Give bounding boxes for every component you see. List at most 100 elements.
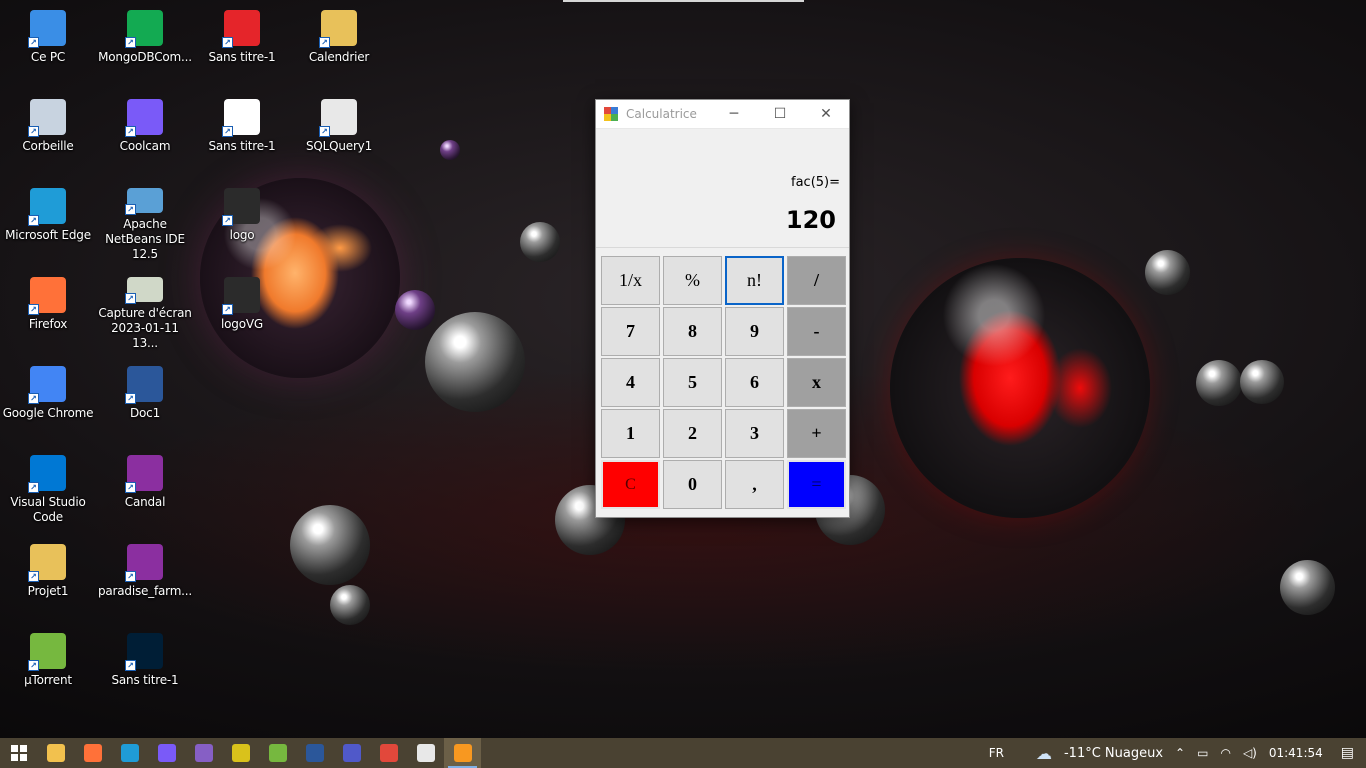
digit-8-button[interactable]: 8 xyxy=(663,307,722,356)
desktop-icon-label: Sans titre-1 xyxy=(208,50,276,64)
desktop-icon-label: µTorrent xyxy=(24,673,72,687)
minimize-button[interactable]: ─ xyxy=(711,100,757,129)
desktop-icon[interactable]: ↗ logo xyxy=(194,182,290,262)
taskbar-start-button[interactable] xyxy=(0,738,37,768)
taskbar-calculator-form[interactable] xyxy=(370,738,407,768)
computer-icon: ↗ xyxy=(28,10,66,48)
desktop-icon[interactable]: ↗ Coolcam xyxy=(97,93,193,173)
reciprocal-button[interactable]: 1/x xyxy=(601,256,660,305)
desktop-icon[interactable]: ↗ Projet1 xyxy=(0,538,96,618)
desktop-icon[interactable]: ↗ Sans titre-1 xyxy=(97,627,193,707)
digit-1-button[interactable]: 1 xyxy=(601,409,660,458)
shortcut-arrow-icon: ↗ xyxy=(125,660,136,671)
close-button[interactable]: ✕ xyxy=(803,100,849,129)
desktop-icon-label: Microsoft Edge xyxy=(5,228,91,242)
wallpaper-chrome-sphere xyxy=(1280,560,1335,615)
desktop-icon-label: Google Chrome xyxy=(2,406,94,420)
wifi-icon[interactable]: ◠ xyxy=(1214,746,1236,760)
clear-button[interactable]: C xyxy=(601,460,660,509)
cloud-icon[interactable]: ☁ xyxy=(1030,744,1058,763)
add-button[interactable]: + xyxy=(787,409,846,458)
multiply-button[interactable]: x xyxy=(787,358,846,407)
desktop-icon-label: Sans titre-1 xyxy=(111,673,179,687)
digit-7-button[interactable]: 7 xyxy=(601,307,660,356)
desktop-icon[interactable]: ↗ SQLQuery1 xyxy=(291,93,387,173)
calculator-titlebar[interactable]: Calculatrice ─ ☐ ✕ xyxy=(596,100,849,129)
calculator-app-icon xyxy=(604,107,618,121)
subtract-button[interactable]: - xyxy=(787,307,846,356)
taskbar-coolcam[interactable] xyxy=(148,738,185,768)
shortcut-arrow-icon: ↗ xyxy=(125,37,136,48)
desktop-icon[interactable]: ↗ logoVG xyxy=(194,271,290,351)
taskbar-firefox[interactable] xyxy=(74,738,111,768)
shortcut-arrow-icon: ↗ xyxy=(125,482,136,493)
desktop-icon[interactable]: ↗ MongoDBCom... xyxy=(97,4,193,84)
expression-label: fac(5)= xyxy=(791,175,840,190)
digit-9-button[interactable]: 9 xyxy=(725,307,784,356)
folder-icon: ↗ xyxy=(319,10,357,48)
taskbar-edge[interactable] xyxy=(111,738,148,768)
desktop-icon[interactable]: ↗ paradise_farm... xyxy=(97,538,193,618)
taskbar-sql-tool[interactable] xyxy=(222,738,259,768)
vscode-icon: ↗ xyxy=(28,455,66,493)
taskbar-word[interactable] xyxy=(296,738,333,768)
desktop-icon[interactable]: ↗ Apache NetBeans IDE 12.5 xyxy=(97,182,193,262)
percent-button[interactable]: % xyxy=(663,256,722,305)
weather-widget[interactable]: -11°C Nuageux xyxy=(1058,746,1169,761)
decimal-button[interactable]: , xyxy=(725,460,784,509)
utorrent-icon xyxy=(268,744,287,762)
shortcut-arrow-icon: ↗ xyxy=(222,126,233,137)
desktop-icon[interactable]: ↗ Firefox xyxy=(0,271,96,351)
volume-icon[interactable]: ◁) xyxy=(1237,746,1263,760)
desktop-icon-label: Candal xyxy=(124,495,166,509)
wallpaper-chrome-sphere xyxy=(425,312,525,412)
result-label: 120 xyxy=(785,206,836,234)
desktop-icon[interactable]: ↗ µTorrent xyxy=(0,627,96,707)
desktop-icon[interactable]: ↗ Calendrier xyxy=(291,4,387,84)
chrome-icon: ↗ xyxy=(28,366,66,404)
desktop-icon[interactable]: ↗ Candal xyxy=(97,449,193,529)
taskbar-file-explorer[interactable] xyxy=(37,738,74,768)
notification-icon[interactable]: ▤ xyxy=(1329,745,1366,761)
calculator-display: fac(5)= 120 xyxy=(596,130,849,248)
digit-3-button[interactable]: 3 xyxy=(725,409,784,458)
digit-4-button[interactable]: 4 xyxy=(601,358,660,407)
digit-2-button[interactable]: 2 xyxy=(663,409,722,458)
desktop-icon[interactable]: ↗ Visual Studio Code xyxy=(0,449,96,529)
calculator-window[interactable]: Calculatrice ─ ☐ ✕ fac(5)= 120 1/x% n!/ 7 8… xyxy=(595,99,850,518)
battery-icon[interactable]: ▭ xyxy=(1191,746,1214,760)
taskbar-utorrent[interactable] xyxy=(259,738,296,768)
desktop-icon[interactable]: ↗ Capture d'écran 2023-01-11 13... xyxy=(97,271,193,351)
desktop-icon[interactable]: ↗ Corbeille xyxy=(0,93,96,173)
taskbar-visual-studio[interactable] xyxy=(185,738,222,768)
wallpaper-chrome-sphere xyxy=(330,585,370,625)
wallpaper-chrome-sphere xyxy=(1145,250,1190,295)
language-indicator[interactable]: FR xyxy=(983,746,1010,760)
winrar-icon: ↗ xyxy=(125,544,163,582)
coolcam-icon xyxy=(157,744,176,762)
desktop-icon[interactable]: ↗ Google Chrome xyxy=(0,360,96,440)
maximize-button[interactable]: ☐ xyxy=(757,100,803,129)
edge-icon xyxy=(120,744,139,762)
chevron-up-icon[interactable]: ⌃ xyxy=(1169,746,1191,760)
equals-button[interactable]: = xyxy=(787,460,846,509)
desktop-icon[interactable]: ↗ Doc1 xyxy=(97,360,193,440)
desktop-icon[interactable]: ↗ Sans titre-1 xyxy=(194,93,290,173)
desktop-icon[interactable]: ↗ Ce PC xyxy=(0,4,96,84)
image-file-icon: ↗ xyxy=(222,188,260,226)
taskbar-java-app[interactable] xyxy=(444,738,481,768)
clock[interactable]: 01:41:54 xyxy=(1263,746,1329,760)
paint-icon xyxy=(416,744,435,762)
divide-button[interactable]: / xyxy=(787,256,846,305)
desktop-icon-label: Sans titre-1 xyxy=(208,139,276,153)
taskbar-paint[interactable] xyxy=(407,738,444,768)
digit-5-button[interactable]: 5 xyxy=(663,358,722,407)
digit-6-button[interactable]: 6 xyxy=(725,358,784,407)
digit-0-button[interactable]: 0 xyxy=(663,460,722,509)
desktop-icon[interactable]: ↗ Microsoft Edge xyxy=(0,182,96,262)
desktop-icon[interactable]: ↗ Sans titre-1 xyxy=(194,4,290,84)
factorial-button[interactable]: n! xyxy=(725,256,784,305)
desktop-icon-label: Visual Studio Code xyxy=(10,495,86,524)
taskbar-teams[interactable] xyxy=(333,738,370,768)
desktop-icon-label: Firefox xyxy=(28,317,68,331)
